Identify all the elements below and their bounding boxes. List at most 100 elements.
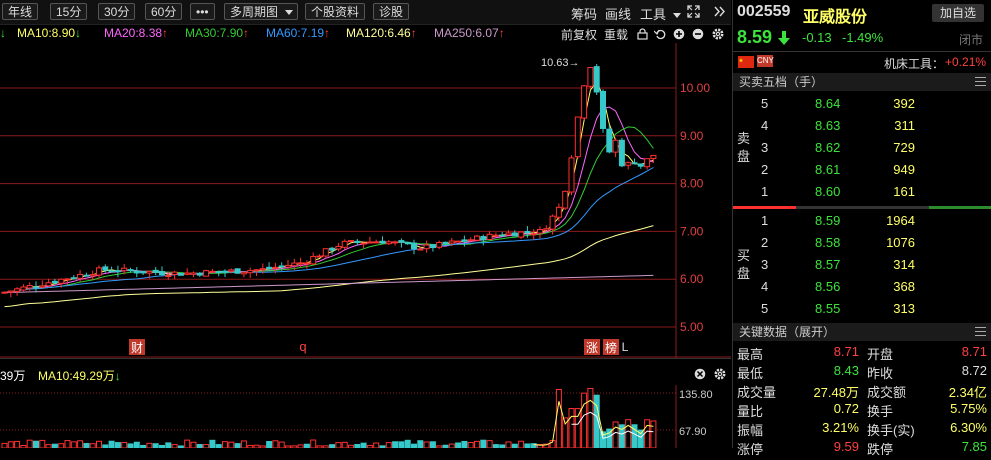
volume-bar <box>303 443 310 448</box>
chips-button[interactable]: 筹码 <box>571 4 597 23</box>
price-candlestick-chart[interactable]: 10.00 9.00 8.00 7.00 6.00 5.00 10.63→ 财 q 涨 榜… <box>0 43 731 358</box>
ma-lead-arrow: ↓ <box>0 26 6 40</box>
candle <box>140 271 147 275</box>
candle <box>177 272 184 276</box>
candle <box>96 265 102 278</box>
candle <box>33 281 39 293</box>
multi-period-dropdown[interactable]: 多周期图 <box>224 3 298 20</box>
candle <box>461 235 468 247</box>
volume-bar <box>587 387 594 448</box>
dropdown-caret-icon <box>285 10 293 15</box>
forward-adjust-button[interactable]: 前复权 <box>561 26 597 43</box>
zoom-out-icon[interactable] <box>692 28 704 40</box>
key-data-value: 5.75% <box>950 401 987 416</box>
buy-volume: 314 <box>893 257 915 272</box>
sell-level-row[interactable]: 4 8.63 311 <box>733 116 991 138</box>
event-marker-l[interactable]: L <box>622 340 629 354</box>
buy-level-row[interactable]: 2 8.58 1076 <box>733 233 991 255</box>
sell-level-row[interactable]: 2 8.61 949 <box>733 160 991 182</box>
volume-bar <box>14 440 21 448</box>
key-data-value: 3.21% <box>822 420 859 435</box>
zoom-in-icon[interactable] <box>673 28 685 40</box>
order-book-header[interactable]: 买卖五档（手） <box>733 73 991 91</box>
volume-bar <box>171 444 178 448</box>
add-favorite-button[interactable]: 加自选 <box>932 4 984 22</box>
candle <box>322 248 329 259</box>
period-year-button[interactable]: 年线 <box>2 3 39 20</box>
price-tick-label: 7.00 <box>680 224 704 238</box>
dropdown-caret-icon <box>672 13 681 19</box>
close-pane-icon[interactable] <box>694 368 706 380</box>
stock-code: 002559 <box>737 3 791 20</box>
sell-level-row[interactable]: 3 8.62 729 <box>733 138 991 160</box>
undo-icon[interactable] <box>654 28 666 40</box>
key-data-header[interactable]: 关键数据（展开） <box>733 323 991 341</box>
industry-row[interactable]: CNY 机床工具： +0.21% <box>733 51 991 72</box>
key-data-value: 8.71 <box>961 344 987 359</box>
volume-bar <box>385 442 392 448</box>
volume-bar <box>448 443 455 448</box>
buy-volume: 1964 <box>886 213 915 228</box>
double-chevron-right-icon[interactable] <box>713 5 726 18</box>
volume-bar <box>266 441 273 448</box>
lock-icon[interactable] <box>637 28 648 40</box>
buy-level-row[interactable]: 5 8.55 313 <box>733 299 991 321</box>
high-price-label: 10.63→ <box>541 57 580 69</box>
candle <box>152 266 159 276</box>
candle <box>625 161 632 170</box>
expand-icon[interactable] <box>687 5 700 18</box>
buy-side: 买盘 1 8.59 1964 2 8.58 1076 3 8.57 314 4 8.56 368 5 8.… <box>733 209 991 324</box>
sell-price: 8.62 <box>815 140 841 155</box>
sell-price: 8.64 <box>815 96 841 111</box>
volume-bar <box>581 392 588 448</box>
period-60min-button[interactable]: 60分 <box>145 3 183 20</box>
menu-icon[interactable] <box>975 327 986 336</box>
period-30min-button[interactable]: 30分 <box>98 3 136 20</box>
volume-bar <box>7 441 14 448</box>
buy-level-row[interactable]: 3 8.57 314 <box>733 255 991 277</box>
event-marker-bang[interactable]: 榜 <box>603 339 619 355</box>
volume-bar <box>96 440 102 448</box>
stock-info-button[interactable]: 个股资料 <box>305 3 366 20</box>
ma-legend-bar: ↓ MA10:8.90↓ MA20:8.38↑ MA30:7.90↑ MA60:… <box>0 24 731 43</box>
price-tick-label: 10.00 <box>680 81 710 95</box>
event-marker-cai[interactable]: 财 <box>129 339 145 355</box>
svg-text:榜: 榜 <box>605 340 617 355</box>
key-data-label: 最高 <box>737 347 764 362</box>
buy-volume: 313 <box>893 301 915 316</box>
candle <box>203 269 210 277</box>
ma20-legend: MA20:8.38↑ <box>104 26 169 40</box>
menu-icon[interactable] <box>975 77 986 86</box>
candle <box>398 238 405 248</box>
sell-level-row[interactable]: 1 8.60 161 <box>733 182 991 204</box>
gear-icon[interactable] <box>711 27 725 41</box>
volume-bar <box>574 408 581 448</box>
candle <box>366 236 373 244</box>
diagnose-button[interactable]: 诊股 <box>373 3 410 20</box>
event-marker-zhang[interactable]: 涨 <box>584 339 600 355</box>
volume-chart[interactable]: 135.80 67.90 <box>0 385 731 448</box>
volume-bar <box>329 444 336 448</box>
draw-line-button[interactable]: 画线 <box>605 4 631 23</box>
candle <box>45 278 52 288</box>
event-marker-q[interactable]: q <box>299 339 306 354</box>
more-periods-button[interactable]: ••• <box>190 3 215 20</box>
sell-price: 8.61 <box>815 162 841 177</box>
candle <box>240 271 247 278</box>
volume-settings-gear-icon[interactable] <box>713 367 727 381</box>
candle <box>379 236 386 244</box>
key-data-label: 量比 <box>737 404 764 419</box>
buy-level-row[interactable]: 1 8.59 1964 <box>733 211 991 233</box>
candle <box>184 268 191 276</box>
tools-dropdown[interactable]: 工具 <box>640 4 681 23</box>
candle <box>467 237 474 242</box>
sell-level-row[interactable]: 5 8.64 392 <box>733 94 991 116</box>
key-data-title: 关键数据（展开） <box>739 325 836 339</box>
sell-level: 5 <box>761 96 769 111</box>
period-15min-button[interactable]: 15分 <box>50 3 88 20</box>
candle <box>89 270 96 280</box>
buy-price: 8.57 <box>815 257 841 272</box>
buy-level-row[interactable]: 4 8.56 368 <box>733 277 991 299</box>
candle <box>568 155 575 196</box>
overlay-button[interactable]: 重载 <box>604 26 628 43</box>
